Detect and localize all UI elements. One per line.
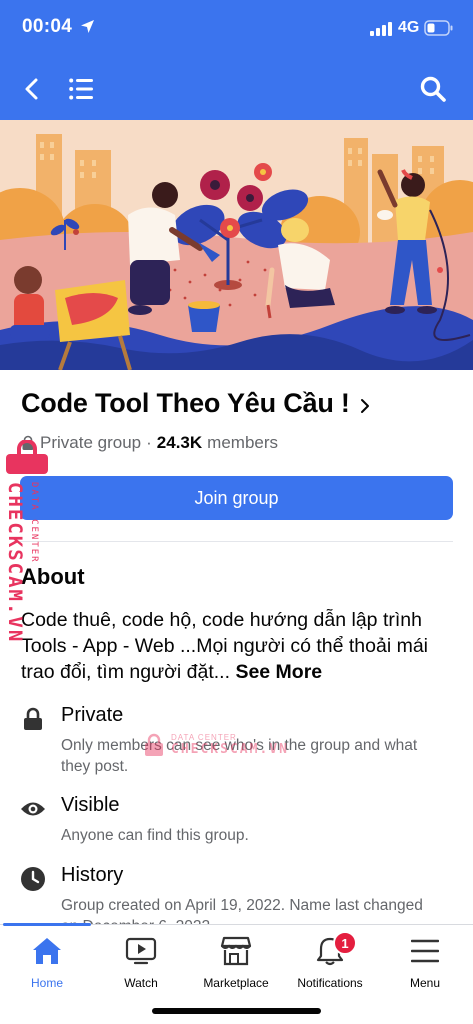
hamburger-menu-icon bbox=[69, 78, 93, 100]
lock-small-icon bbox=[22, 435, 34, 450]
nav-item-marketplace[interactable]: Marketplace bbox=[189, 925, 283, 995]
home-indicator[interactable] bbox=[152, 1008, 321, 1014]
eye-icon bbox=[20, 796, 46, 822]
lock-icon bbox=[20, 706, 46, 732]
info-history-label: History bbox=[61, 864, 124, 886]
back-icon bbox=[25, 78, 38, 100]
search-icon bbox=[420, 76, 446, 102]
chevron-right-icon bbox=[360, 398, 369, 413]
location-arrow-icon bbox=[81, 20, 94, 33]
meta-separator: · bbox=[146, 433, 152, 452]
nav-label-watch: Watch bbox=[124, 976, 158, 990]
cover-photo[interactable] bbox=[0, 120, 473, 370]
info-private-description: Only members can see who's in the group … bbox=[61, 737, 418, 775]
top-bar: 00:04 4G bbox=[0, 0, 473, 120]
battery-icon bbox=[424, 20, 453, 36]
members-label: members bbox=[207, 433, 279, 452]
nav-item-home[interactable]: Home bbox=[0, 925, 94, 995]
nav-item-notifications[interactable]: Notifications bbox=[283, 925, 377, 995]
signal-icon bbox=[370, 22, 392, 36]
nav-label-marketplace: Marketplace bbox=[203, 976, 269, 990]
group-title-row[interactable]: Code Tool Theo Yêu Cầu ! bbox=[21, 388, 370, 419]
clock-icon bbox=[20, 866, 46, 892]
divider bbox=[20, 541, 453, 542]
nav-item-menu[interactable]: Menu bbox=[378, 925, 472, 995]
privacy-label: Private group bbox=[40, 433, 142, 452]
info-private-label: Private bbox=[61, 704, 124, 726]
nav-item-watch[interactable]: Watch bbox=[94, 925, 188, 995]
see-more-link[interactable]: See More bbox=[235, 661, 322, 683]
info-visible-description: Anyone can find this group. bbox=[61, 827, 249, 844]
nav-label-home: Home bbox=[30, 976, 63, 990]
member-count: 24.3K bbox=[156, 433, 203, 452]
nav-label-notifications: Notifications bbox=[297, 976, 363, 990]
info-visible-label: Visible bbox=[61, 794, 120, 816]
watch-icon bbox=[94, 935, 188, 967]
join-group-button[interactable]: Join group bbox=[20, 476, 453, 520]
group-meta: Private group · 24.3K members bbox=[21, 433, 278, 453]
about-description-text: Code thuê, code hộ, code hướng dẫn lập t… bbox=[21, 609, 428, 683]
back-button[interactable] bbox=[16, 72, 46, 106]
menu-icon bbox=[378, 935, 472, 967]
home-icon bbox=[0, 935, 94, 967]
about-description: Code thuê, code hộ, code hướng dẫn lập t… bbox=[21, 607, 456, 685]
about-heading: About bbox=[21, 564, 85, 589]
nav-label-menu: Menu bbox=[409, 976, 441, 990]
search-button[interactable] bbox=[416, 72, 450, 106]
group-title: Code Tool Theo Yêu Cầu ! bbox=[21, 388, 350, 418]
menu-button[interactable] bbox=[66, 74, 96, 104]
status-time: 00:04 bbox=[22, 16, 73, 37]
bell-icon bbox=[283, 935, 377, 967]
network-label: 4G bbox=[398, 19, 420, 36]
marketplace-icon bbox=[189, 935, 283, 967]
notification-badge: 1 bbox=[333, 931, 357, 955]
